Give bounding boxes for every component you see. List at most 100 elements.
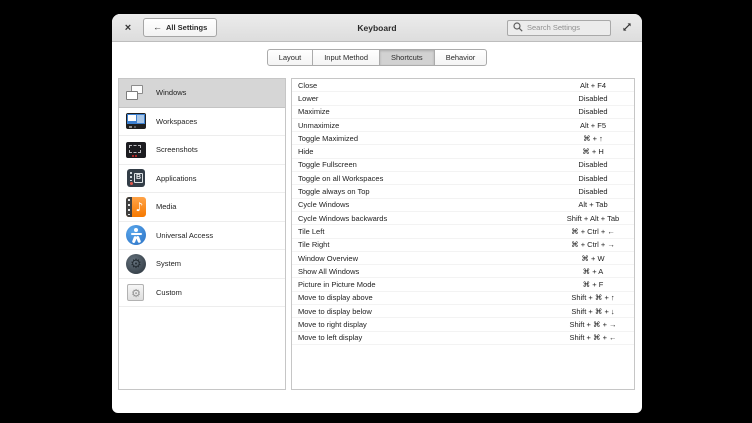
shortcut-action: Hide: [298, 147, 552, 156]
all-settings-button[interactable]: ← All Settings: [143, 18, 217, 37]
sidebar: Windows Workspaces Screenshots Applicati…: [118, 78, 286, 390]
table-row[interactable]: Lower Disabled: [292, 92, 634, 105]
sidebar-item-label: Media: [156, 202, 176, 211]
table-row[interactable]: Unmaximize Alt + F5: [292, 119, 634, 132]
shortcut-binding: Disabled: [552, 94, 634, 103]
tab-behavior[interactable]: Behavior: [434, 49, 488, 66]
search-icon: [513, 19, 523, 37]
shortcut-action: Toggle Maximized: [298, 134, 552, 143]
shortcut-action: Move to display above: [298, 293, 552, 302]
system-icon: [124, 252, 148, 276]
table-row[interactable]: Cycle Windows backwards Shift + Alt + Ta…: [292, 212, 634, 225]
search-input[interactable]: [527, 23, 605, 32]
shortcut-action: Toggle Fullscreen: [298, 160, 552, 169]
titlebar: Keyboard × ← All Settings: [112, 14, 642, 42]
shortcut-action: Window Overview: [298, 254, 552, 263]
shortcut-binding: Alt + F4: [552, 81, 634, 90]
shortcut-binding: Shift + ⌘ + →: [552, 320, 634, 329]
settings-window: Keyboard × ← All Settings: [112, 14, 642, 413]
back-arrow-icon: ←: [153, 23, 162, 32]
table-row[interactable]: Maximize Disabled: [292, 106, 634, 119]
universal-access-icon: [124, 223, 148, 247]
close-icon: ×: [125, 22, 131, 34]
search-box[interactable]: [507, 20, 611, 36]
custom-icon: [124, 280, 148, 304]
maximize-button[interactable]: [620, 21, 633, 35]
shortcut-action: Tile Right: [298, 240, 552, 249]
shortcut-binding: Shift + ⌘ + ↑: [552, 293, 634, 302]
shortcut-binding: ⌘ + W: [552, 254, 634, 263]
table-row[interactable]: Toggle Fullscreen Disabled: [292, 159, 634, 172]
shortcut-action: Move to right display: [298, 320, 552, 329]
shortcut-action: Close: [298, 81, 552, 90]
sidebar-item-media[interactable]: Media: [119, 193, 285, 222]
workspaces-icon: [124, 109, 148, 133]
tab-label: Layout: [279, 53, 302, 62]
tab-label: Behavior: [446, 53, 476, 62]
main-area: Windows Workspaces Screenshots Applicati…: [118, 78, 635, 390]
table-row[interactable]: Move to display below Shift + ⌘ + ↓: [292, 305, 634, 318]
sidebar-item-label: Applications: [156, 174, 196, 183]
shortcut-action: Cycle Windows backwards: [298, 214, 552, 223]
table-row[interactable]: Move to display above Shift + ⌘ + ↑: [292, 292, 634, 305]
table-row[interactable]: Tile Right ⌘ + Ctrl + →: [292, 239, 634, 252]
table-row[interactable]: Move to left display Shift + ⌘ + ←: [292, 332, 634, 345]
shortcut-action: Show All Windows: [298, 267, 552, 276]
shortcut-action: Move to display below: [298, 307, 552, 316]
sidebar-item-custom[interactable]: Custom: [119, 279, 285, 308]
shortcut-binding: Shift + ⌘ + ↓: [552, 307, 634, 316]
shortcut-binding: Shift + Alt + Tab: [552, 214, 634, 223]
sidebar-item-label: System: [156, 259, 181, 268]
shortcut-binding: Alt + Tab: [552, 200, 634, 209]
shortcut-binding: ⌘ + Ctrl + ←: [552, 227, 634, 236]
sidebar-item-windows[interactable]: Windows: [119, 79, 285, 108]
sidebar-item-label: Workspaces: [156, 117, 197, 126]
shortcut-action: Picture in Picture Mode: [298, 280, 552, 289]
shortcut-action: Cycle Windows: [298, 200, 552, 209]
table-row[interactable]: Close Alt + F4: [292, 79, 634, 92]
shortcut-binding: ⌘ + Ctrl + →: [552, 240, 634, 249]
table-row[interactable]: Cycle Windows Alt + Tab: [292, 199, 634, 212]
shortcut-action: Unmaximize: [298, 121, 552, 130]
sidebar-item-applications[interactable]: Applications: [119, 165, 285, 194]
all-settings-label: All Settings: [166, 23, 207, 32]
shortcut-binding: Shift + ⌘ + ←: [552, 333, 634, 342]
shortcut-binding: Disabled: [552, 160, 634, 169]
tab-label: Input Method: [324, 53, 368, 62]
tab-shortcuts[interactable]: Shortcuts: [379, 49, 435, 66]
table-row[interactable]: Window Overview ⌘ + W: [292, 252, 634, 265]
sidebar-item-label: Custom: [156, 288, 182, 297]
shortcut-action: Toggle always on Top: [298, 187, 552, 196]
close-button[interactable]: ×: [121, 20, 135, 36]
table-row[interactable]: Show All Windows ⌘ + A: [292, 265, 634, 278]
mode-tabbar: Layout Input Method Shortcuts Behavior: [112, 49, 642, 66]
screenshots-icon: [124, 138, 148, 162]
expand-icon: [621, 21, 633, 36]
sidebar-item-label: Screenshots: [156, 145, 198, 154]
shortcut-action: Lower: [298, 94, 552, 103]
shortcut-action: Maximize: [298, 107, 552, 116]
sidebar-item-system[interactable]: System: [119, 250, 285, 279]
tab-label: Shortcuts: [391, 53, 423, 62]
sidebar-item-workspaces[interactable]: Workspaces: [119, 108, 285, 137]
media-icon: [124, 195, 148, 219]
table-row[interactable]: Move to right display Shift + ⌘ + →: [292, 318, 634, 331]
table-row[interactable]: Hide ⌘ + H: [292, 145, 634, 158]
tab-input-method[interactable]: Input Method: [312, 49, 380, 66]
windows-icon: [124, 81, 148, 105]
tab-layout[interactable]: Layout: [267, 49, 314, 66]
shortcut-action: Move to left display: [298, 333, 552, 342]
sidebar-item-screenshots[interactable]: Screenshots: [119, 136, 285, 165]
shortcut-binding: ⌘ + A: [552, 267, 634, 276]
table-row[interactable]: Toggle always on Top Disabled: [292, 185, 634, 198]
sidebar-item-label: Windows: [156, 88, 186, 97]
shortcut-binding: ⌘ + F: [552, 280, 634, 289]
shortcut-binding: ⌘ + ↑: [552, 134, 634, 143]
table-row[interactable]: Picture in Picture Mode ⌘ + F: [292, 278, 634, 291]
table-row[interactable]: Tile Left ⌘ + Ctrl + ←: [292, 225, 634, 238]
shortcut-binding: ⌘ + H: [552, 147, 634, 156]
table-row[interactable]: Toggle Maximized ⌘ + ↑: [292, 132, 634, 145]
shortcut-action: Tile Left: [298, 227, 552, 236]
table-row[interactable]: Toggle on all Workspaces Disabled: [292, 172, 634, 185]
sidebar-item-universal-access[interactable]: Universal Access: [119, 222, 285, 251]
